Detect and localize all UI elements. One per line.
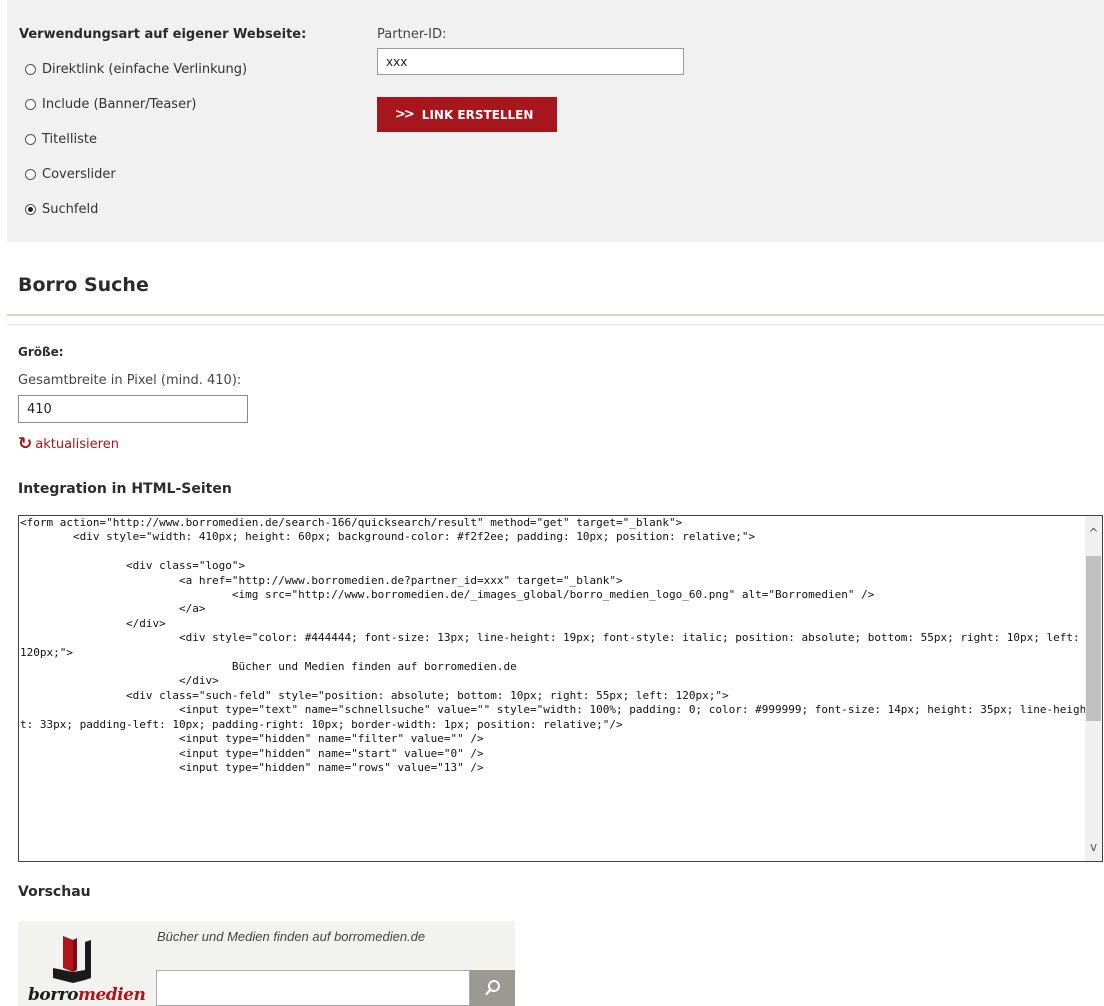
partner-id-label: Partner-ID: [377,27,447,42]
refresh-label: aktualisieren [35,437,119,452]
code-scrollbar[interactable]: ^ v [1085,516,1102,861]
radio-button-include[interactable] [25,99,36,110]
radio-option-direktlink[interactable]: Direktlink (einfache Verlinkung) [25,62,247,77]
usage-type-heading: Verwendungsart auf eigener Webseite: [19,27,307,42]
logo-text-medien: medien [77,985,146,1005]
borromedien-logo[interactable]: borromedien [18,921,146,1006]
scroll-up-arrow-icon[interactable]: ^ [1085,524,1102,541]
radio-option-include[interactable]: Include (Banner/Teaser) [25,97,197,112]
partner-id-input[interactable] [377,48,684,75]
section-divider-thin [7,324,1104,325]
radio-option-suchfeld[interactable]: Suchfeld [25,202,98,217]
preview-heading: Vorschau [18,884,91,900]
preview-search-button[interactable] [470,970,515,1006]
size-heading: Größe: [18,345,64,359]
preview-tagline: Bücher und Medien finden auf borromedien… [157,929,426,944]
create-link-button[interactable]: >> LINK ERSTELLEN [377,97,557,132]
logo-text-borro: borro [28,985,78,1005]
integration-heading: Integration in HTML-Seiten [18,481,232,497]
refresh-icon: ↻ [18,434,33,454]
preview-search-widget: borromedien Bücher und Medien finden auf… [18,921,515,1006]
section-title: Borro Suche [18,274,149,296]
logo-wordmark: borromedien [28,985,146,1005]
radio-label-suchfeld: Suchfeld [42,202,99,217]
radio-button-direktlink[interactable] [25,64,36,75]
borromedien-logo-mark-icon [53,936,91,983]
radio-button-titelliste[interactable] [25,134,36,145]
double-chevron-right-icon: >> [395,107,415,122]
scroll-down-arrow-icon[interactable]: v [1085,838,1102,855]
integration-code-box[interactable]: <form action="http://www.borromedien.de/… [18,515,1103,862]
radio-label-coverslider: Coverslider [42,167,116,182]
refresh-link[interactable]: ↻ aktualisieren [18,436,119,453]
search-icon [484,980,500,996]
create-link-label: LINK ERSTELLEN [421,107,534,122]
integration-code-text[interactable]: <form action="http://www.borromedien.de/… [19,516,1088,861]
radio-option-titelliste[interactable]: Titelliste [25,132,97,147]
usage-config-panel: Verwendungsart auf eigener Webseite: Dir… [7,0,1104,242]
radio-label-include: Include (Banner/Teaser) [42,97,197,112]
section-divider [7,314,1104,316]
radio-label-titelliste: Titelliste [42,132,97,147]
radio-button-coverslider[interactable] [25,169,36,180]
radio-option-coverslider[interactable]: Coverslider [25,167,116,182]
radio-button-suchfeld[interactable] [25,204,36,215]
width-label: Gesamtbreite in Pixel (mind. 410): [18,373,242,388]
preview-search-input[interactable] [156,970,470,1006]
width-input[interactable] [18,395,248,423]
scroll-thumb[interactable] [1086,556,1101,721]
radio-label-direktlink: Direktlink (einfache Verlinkung) [42,62,248,77]
